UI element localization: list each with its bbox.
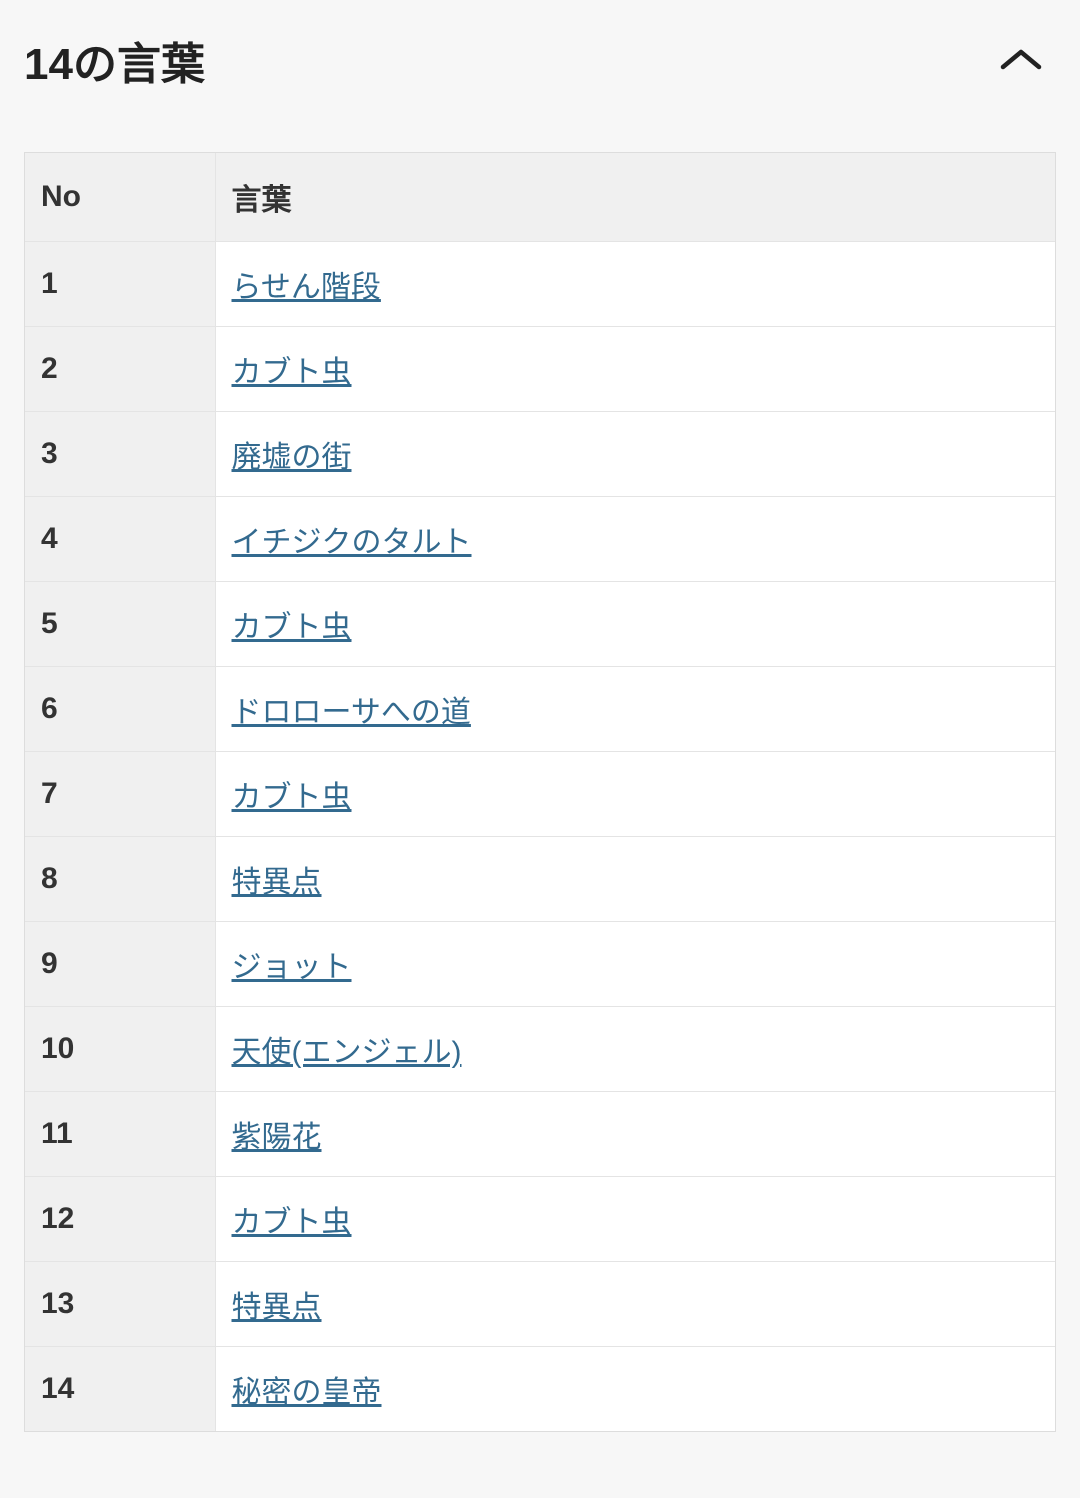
word-link[interactable]: イチジクのタルト: [232, 526, 472, 559]
row-word-cell: カブト虫: [215, 752, 1055, 837]
word-link[interactable]: らせん階段: [232, 271, 381, 304]
word-link[interactable]: カブト虫: [232, 356, 352, 389]
row-no: 4: [25, 497, 215, 582]
word-link[interactable]: ドロローサへの道: [232, 696, 471, 729]
table-row: 5 カブト虫: [25, 582, 1055, 667]
row-no: 14: [25, 1347, 215, 1432]
row-word-cell: カブト虫: [215, 327, 1055, 412]
table-row: 9 ジョット: [25, 922, 1055, 1007]
table-row: 11 紫陽花: [25, 1092, 1055, 1177]
table-row: 10 天使(エンジェル): [25, 1007, 1055, 1092]
section-header: 14の言葉: [24, 28, 1056, 92]
word-link[interactable]: ジョット: [232, 951, 352, 984]
column-header-word: 言葉: [215, 153, 1055, 242]
collapse-toggle[interactable]: [996, 45, 1046, 75]
row-no: 3: [25, 412, 215, 497]
column-header-no: No: [25, 153, 215, 242]
words-table-container: No 言葉 1 らせん階段 2 カブト虫 3 廃墟の街 4 イチジクのタルト 5 カブト虫 6 ドロロ…: [24, 152, 1056, 1432]
word-link[interactable]: 特異点: [232, 1291, 322, 1324]
row-no: 2: [25, 327, 215, 412]
row-word-cell: ジョット: [215, 922, 1055, 1007]
word-link[interactable]: 廃墟の街: [232, 441, 352, 474]
table-header-row: No 言葉: [25, 153, 1055, 242]
row-word-cell: イチジクのタルト: [215, 497, 1055, 582]
table-row: 3 廃墟の街: [25, 412, 1055, 497]
row-word-cell: 特異点: [215, 1262, 1055, 1347]
row-no: 10: [25, 1007, 215, 1092]
word-link[interactable]: カブト虫: [232, 781, 352, 814]
row-no: 9: [25, 922, 215, 1007]
word-link[interactable]: カブト虫: [232, 1206, 352, 1239]
table-row: 13 特異点: [25, 1262, 1055, 1347]
row-no: 5: [25, 582, 215, 667]
row-no: 11: [25, 1092, 215, 1177]
words-table: No 言葉 1 らせん階段 2 カブト虫 3 廃墟の街 4 イチジクのタルト 5 カブト虫 6 ドロロ…: [25, 153, 1055, 1431]
row-word-cell: 紫陽花: [215, 1092, 1055, 1177]
word-link[interactable]: 天使(エンジェル): [232, 1036, 462, 1069]
row-word-cell: カブト虫: [215, 1177, 1055, 1262]
row-word-cell: カブト虫: [215, 582, 1055, 667]
table-row: 6 ドロローサへの道: [25, 667, 1055, 752]
table-row: 8 特異点: [25, 837, 1055, 922]
row-word-cell: ドロローサへの道: [215, 667, 1055, 752]
word-link[interactable]: 特異点: [232, 866, 322, 899]
row-no: 12: [25, 1177, 215, 1262]
section-title: 14の言葉: [24, 28, 205, 92]
table-row: 7 カブト虫: [25, 752, 1055, 837]
row-no: 6: [25, 667, 215, 752]
row-word-cell: 天使(エンジェル): [215, 1007, 1055, 1092]
row-word-cell: 秘密の皇帝: [215, 1347, 1055, 1432]
table-row: 1 らせん階段: [25, 242, 1055, 327]
row-word-cell: 特異点: [215, 837, 1055, 922]
table-row: 2 カブト虫: [25, 327, 1055, 412]
row-no: 13: [25, 1262, 215, 1347]
chevron-up-icon: [999, 47, 1043, 73]
row-word-cell: らせん階段: [215, 242, 1055, 327]
word-link[interactable]: カブト虫: [232, 611, 352, 644]
row-no: 1: [25, 242, 215, 327]
word-link[interactable]: 秘密の皇帝: [232, 1376, 382, 1409]
table-row: 12 カブト虫: [25, 1177, 1055, 1262]
table-row: 4 イチジクのタルト: [25, 497, 1055, 582]
row-no: 8: [25, 837, 215, 922]
row-no: 7: [25, 752, 215, 837]
table-row: 14 秘密の皇帝: [25, 1347, 1055, 1432]
row-word-cell: 廃墟の街: [215, 412, 1055, 497]
word-link[interactable]: 紫陽花: [232, 1121, 322, 1154]
